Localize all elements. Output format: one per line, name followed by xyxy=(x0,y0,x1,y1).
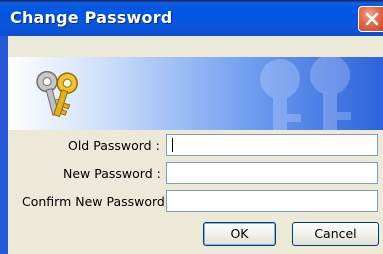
header-banner xyxy=(8,57,383,130)
keys-watermark-icon xyxy=(260,57,351,130)
password-form: Old Password : New Password : Confirm Ne… xyxy=(8,130,383,254)
new-password-field[interactable] xyxy=(166,162,378,184)
ok-button[interactable]: OK xyxy=(203,222,276,246)
keys-icon xyxy=(36,70,78,118)
change-password-dialog: Change Password Old Password: New Passw… xyxy=(0,0,383,254)
text-caret xyxy=(172,138,173,152)
confirm-new-password-label: Confirm New Password : xyxy=(22,194,174,209)
cancel-button[interactable]: Cancel xyxy=(292,222,379,246)
old-password-field[interactable] xyxy=(166,134,378,156)
window-left-border xyxy=(0,36,8,254)
close-button[interactable] xyxy=(358,6,383,32)
confirm-new-password-field[interactable] xyxy=(166,190,378,212)
old-password-label: Old Password : xyxy=(68,138,160,153)
close-icon xyxy=(365,12,379,26)
new-password-label: New Password : xyxy=(63,166,161,181)
window-title: Change Password xyxy=(10,8,173,27)
title-bar[interactable]: Change Password xyxy=(0,0,383,36)
